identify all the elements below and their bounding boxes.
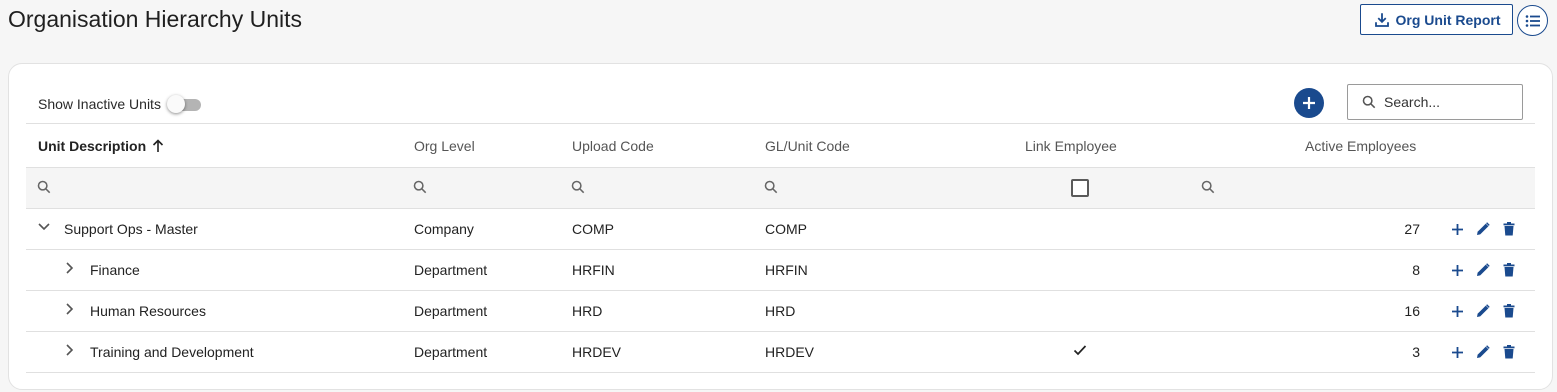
add-child-button[interactable] [1449, 262, 1465, 278]
edit-button[interactable] [1475, 344, 1491, 360]
col-unit-description[interactable]: Unit Description [38, 138, 164, 154]
plus-icon [1451, 346, 1463, 358]
table-header: Unit Description Org Level Upload Code G… [26, 123, 1535, 168]
active-employees-cell: 16 [1404, 303, 1420, 319]
row-actions [1449, 262, 1517, 278]
search-icon [37, 180, 51, 194]
edit-button[interactable] [1475, 221, 1491, 237]
search-icon [1362, 95, 1376, 109]
upload-code-cell: HRDEV [572, 344, 622, 360]
check-icon [1073, 343, 1087, 360]
row-actions [1449, 303, 1517, 319]
filter-org-level[interactable] [413, 180, 427, 199]
delete-button[interactable] [1501, 344, 1517, 360]
row-actions [1449, 344, 1517, 360]
filter-active-employees[interactable] [1201, 180, 1215, 199]
table-row[interactable]: Finance Department HRFIN HRFIN 8 [26, 250, 1535, 291]
gl-unit-code-cell: HRD [765, 303, 796, 319]
filter-link-employee-checkbox[interactable] [1071, 179, 1089, 197]
unit-description-cell: Finance [90, 262, 140, 278]
org-level-cell: Department [414, 303, 488, 319]
org-unit-report-button[interactable]: Org Unit Report [1360, 4, 1513, 35]
expand-toggle[interactable] [63, 302, 77, 319]
pencil-icon [1477, 304, 1490, 317]
trash-icon [1503, 345, 1515, 359]
list-icon [1525, 14, 1540, 27]
add-child-button[interactable] [1449, 344, 1465, 360]
active-employees-cell: 27 [1404, 221, 1420, 237]
show-inactive-control: Show Inactive Units [38, 94, 201, 114]
col-unit-description-label: Unit Description [38, 138, 147, 154]
col-gl-unit-code[interactable]: GL/Unit Code [765, 138, 850, 154]
filter-upload-code[interactable] [571, 180, 585, 199]
search-icon [571, 180, 585, 194]
search-input[interactable] [1384, 94, 1514, 110]
plus-icon [1451, 223, 1463, 235]
expand-toggle[interactable] [63, 343, 77, 360]
pencil-icon [1477, 222, 1490, 235]
plus-icon [1451, 264, 1463, 276]
pencil-icon [1477, 345, 1490, 358]
sort-ascending-icon [153, 139, 164, 152]
delete-button[interactable] [1501, 303, 1517, 319]
plus-icon [1451, 305, 1463, 317]
search-field[interactable] [1347, 84, 1523, 120]
trash-icon [1503, 222, 1515, 236]
gl-unit-code-cell: COMP [765, 221, 807, 237]
search-icon [413, 180, 427, 194]
page-title: Organisation Hierarchy Units [8, 6, 303, 32]
upload-code-cell: COMP [572, 221, 614, 237]
org-unit-report-label: Org Unit Report [1395, 11, 1501, 28]
expand-toggle[interactable] [63, 261, 77, 278]
upload-code-cell: HRD [572, 303, 603, 319]
units-table: Unit Description Org Level Upload Code G… [26, 123, 1535, 373]
edit-button[interactable] [1475, 262, 1491, 278]
filter-unit-description[interactable] [37, 180, 51, 199]
plus-icon [1303, 97, 1315, 109]
col-upload-code[interactable]: Upload Code [572, 138, 654, 154]
download-icon [1374, 12, 1389, 27]
table-body: Support Ops - Master Company COMP COMP 27 Fin… [26, 209, 1535, 373]
org-level-cell: Company [414, 221, 474, 237]
filter-gl-unit-code[interactable] [764, 180, 778, 199]
trash-icon [1503, 304, 1515, 318]
chevron-right-icon [66, 344, 74, 356]
pencil-icon [1477, 263, 1490, 276]
chevron-down-icon [38, 223, 50, 231]
show-inactive-toggle[interactable] [166, 94, 201, 114]
unit-description-cell: Human Resources [90, 303, 206, 319]
unit-description-cell: Support Ops - Master [64, 221, 198, 237]
chevron-right-icon [66, 262, 74, 274]
units-card: Show Inactive Units Unit Description Org… [8, 63, 1553, 390]
filter-row [26, 168, 1535, 209]
column-list-button[interactable] [1517, 5, 1548, 36]
gl-unit-code-cell: HRFIN [765, 262, 808, 278]
upload-code-cell: HRFIN [572, 262, 615, 278]
expand-toggle[interactable] [37, 220, 51, 237]
org-level-cell: Department [414, 344, 488, 360]
active-employees-cell: 8 [1412, 262, 1420, 278]
table-row[interactable]: Training and Development Department HRDEV H… [26, 332, 1535, 373]
show-inactive-label: Show Inactive Units [38, 96, 161, 112]
unit-description-cell: Training and Development [90, 344, 254, 360]
delete-button[interactable] [1501, 221, 1517, 237]
trash-icon [1503, 263, 1515, 277]
delete-button[interactable] [1501, 262, 1517, 278]
add-unit-button[interactable] [1294, 88, 1324, 118]
table-row[interactable]: Human Resources Department HRD HRD 16 [26, 291, 1535, 332]
col-active-employees[interactable]: Active Employees [1305, 138, 1416, 154]
table-row[interactable]: Support Ops - Master Company COMP COMP 27 [26, 209, 1535, 250]
col-link-employee[interactable]: Link Employee [1025, 138, 1117, 154]
col-org-level[interactable]: Org Level [414, 138, 475, 154]
row-actions [1449, 221, 1517, 237]
chevron-right-icon [66, 303, 74, 315]
add-child-button[interactable] [1449, 303, 1465, 319]
search-icon [1201, 180, 1215, 194]
gl-unit-code-cell: HRDEV [765, 344, 815, 360]
org-level-cell: Department [414, 262, 488, 278]
edit-button[interactable] [1475, 303, 1491, 319]
search-icon [764, 180, 778, 194]
add-child-button[interactable] [1449, 221, 1465, 237]
active-employees-cell: 3 [1412, 344, 1420, 360]
